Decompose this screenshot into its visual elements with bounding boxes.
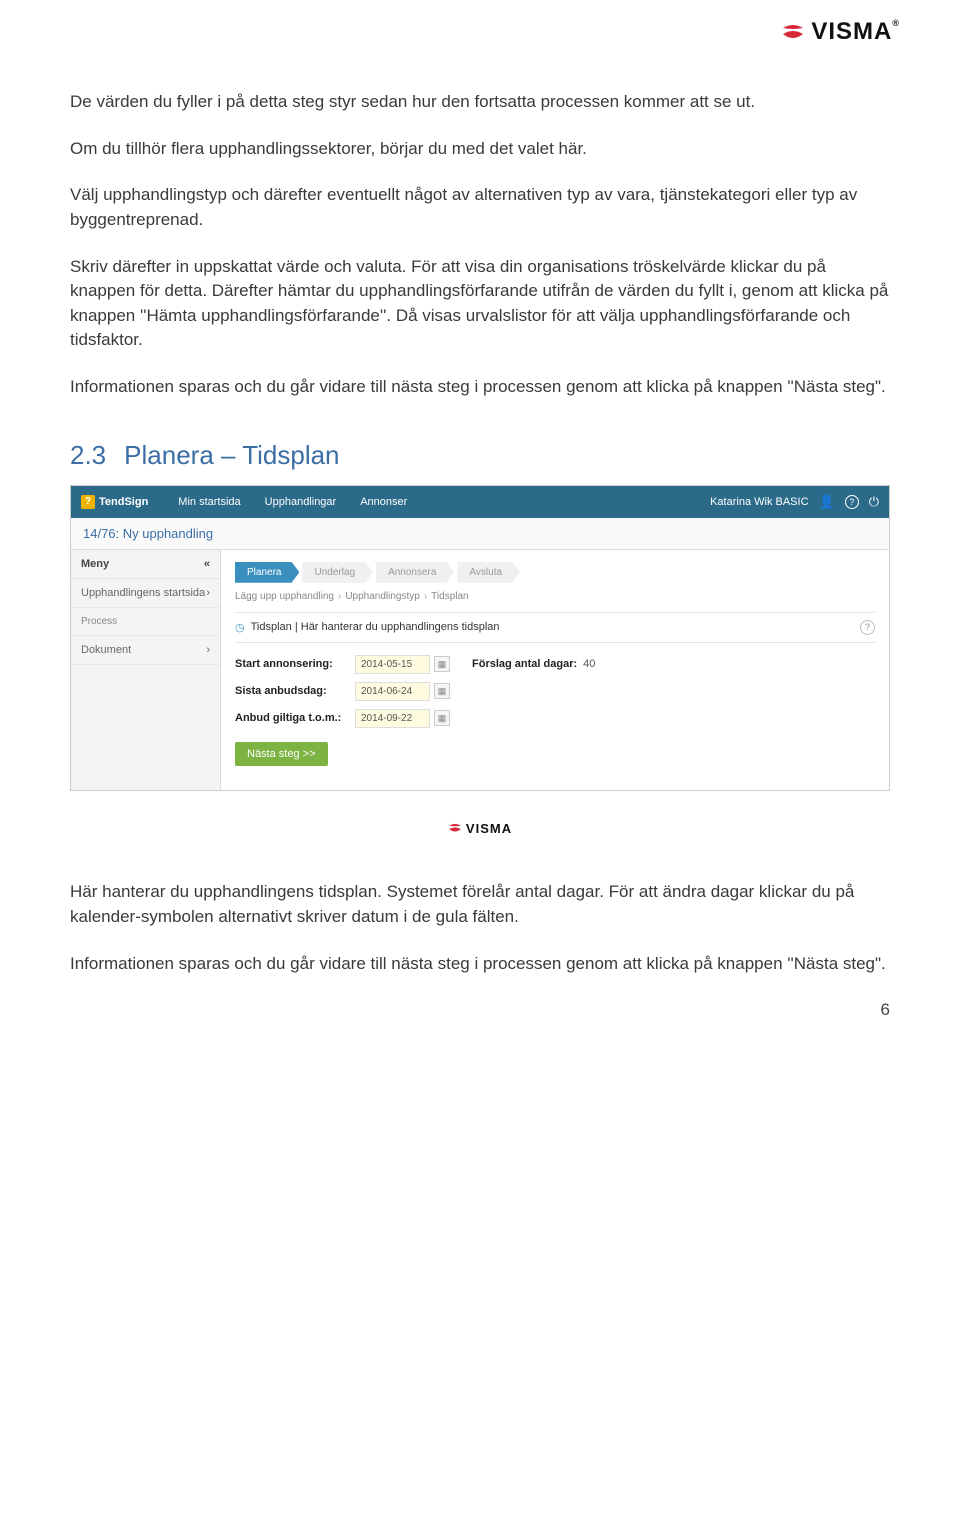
paragraph-5: Informationen sparas och du går vidare t…	[70, 375, 890, 400]
app-brand-icon: ?	[81, 495, 95, 509]
calendar-icon[interactable]: ▦	[434, 656, 450, 672]
brand-logo-small: VISMA	[70, 821, 890, 841]
label-start: Start annonsering:	[235, 658, 355, 670]
next-step-button[interactable]: Nästa steg >>	[235, 742, 328, 766]
visma-logo-icon	[781, 20, 805, 44]
nav-upphandlingar[interactable]: Upphandlingar	[253, 492, 349, 512]
app-sidebar: Meny« Upphandlingens startsida› Process …	[71, 550, 221, 790]
brand-name-small: VISMA	[466, 821, 512, 836]
power-icon[interactable]: ⏻	[869, 494, 879, 510]
label-valid: Anbud giltiga t.o.m.:	[235, 712, 355, 724]
step-avsluta[interactable]: Avsluta	[457, 562, 520, 583]
app-nav: Min startsida Upphandlingar Annonser	[166, 492, 419, 512]
collapse-icon: «	[204, 558, 210, 570]
steps-row: Planera Underlag Annonsera Avsluta	[235, 562, 875, 583]
crumb-3: Tidsplan	[431, 591, 468, 602]
input-start-date[interactable]	[355, 655, 430, 674]
app-brand-name: TendSign	[99, 496, 148, 508]
value-suggest-days: 40	[583, 658, 595, 670]
label-suggest-days: Förslag antal dagar:	[472, 658, 577, 670]
brand-logo-top: VISMA®	[781, 18, 900, 46]
paragraph-3: Välj upphandlingstyp och därefter eventu…	[70, 183, 890, 232]
panel-help-icon[interactable]: ?	[860, 620, 875, 635]
panel-title: Tidsplan | Här hanterar du upphandlingen…	[251, 621, 500, 633]
calendar-icon[interactable]: ▦	[434, 683, 450, 699]
chevron-right-icon: ›	[206, 587, 210, 599]
crumb-1[interactable]: Lägg upp upphandling	[235, 591, 334, 602]
sidebar-item-startsida[interactable]: Upphandlingens startsida›	[71, 579, 220, 608]
row-anbud-giltiga: Anbud giltiga t.o.m.: ▦	[235, 709, 875, 728]
paragraph-after-2: Informationen sparas och du går vidare t…	[70, 952, 890, 977]
app-screenshot: ? TendSign Min startsida Upphandlingar A…	[70, 485, 890, 791]
clock-icon: ◷	[235, 621, 245, 634]
brand-name: VISMA®	[811, 18, 900, 46]
visma-logo-icon	[448, 821, 462, 835]
section-number: 2.3	[70, 440, 106, 470]
app-topbar: ? TendSign Min startsida Upphandlingar A…	[71, 486, 889, 518]
breadcrumb: Lägg upp upphandling›Upphandlingstyp›Tid…	[235, 591, 875, 602]
section-title: Planera – Tidsplan	[124, 440, 339, 470]
step-annonsera[interactable]: Annonsera	[376, 562, 454, 583]
panel-head: ◷ Tidsplan | Här hanterar du upphandling…	[235, 612, 875, 643]
paragraph-after-1: Här hanterar du upphandlingens tidsplan.…	[70, 880, 890, 929]
help-icon[interactable]: ?	[845, 495, 859, 509]
calendar-icon[interactable]: ▦	[434, 710, 450, 726]
user-name: Katarina Wik BASIC	[710, 496, 808, 508]
chevron-right-icon: ›	[206, 644, 210, 656]
user-icon[interactable]: 👤	[819, 494, 835, 510]
label-last: Sista anbudsdag:	[235, 685, 355, 697]
crumb-2[interactable]: Upphandlingstyp	[345, 591, 420, 602]
section-heading: 2.3 Planera – Tidsplan	[70, 440, 890, 471]
app-main: Planera Underlag Annonsera Avsluta Lägg …	[221, 550, 889, 790]
input-valid-date[interactable]	[355, 709, 430, 728]
sidebar-menu-header[interactable]: Meny«	[71, 550, 220, 579]
paragraph-2: Om du tillhör flera upphandlingssektorer…	[70, 137, 890, 162]
step-planera[interactable]: Planera	[235, 562, 299, 583]
nav-annonser[interactable]: Annonser	[348, 492, 419, 512]
page-number: 6	[881, 1000, 890, 1020]
paragraph-4: Skriv därefter in uppskattat värde och v…	[70, 255, 890, 354]
row-sista-anbudsdag: Sista anbudsdag: ▦	[235, 682, 875, 701]
nav-home[interactable]: Min startsida	[166, 492, 252, 512]
app-subheader: 14/76: Ny upphandling	[71, 518, 889, 550]
step-underlag[interactable]: Underlag	[302, 562, 373, 583]
sidebar-item-dokument[interactable]: Dokument›	[71, 636, 220, 665]
row-start-annonsering: Start annonsering: ▦ Förslag antal dagar…	[235, 655, 875, 674]
paragraph-1: De värden du fyller i på detta steg styr…	[70, 90, 890, 115]
sidebar-group-process: Process	[71, 608, 220, 636]
input-last-date[interactable]	[355, 682, 430, 701]
